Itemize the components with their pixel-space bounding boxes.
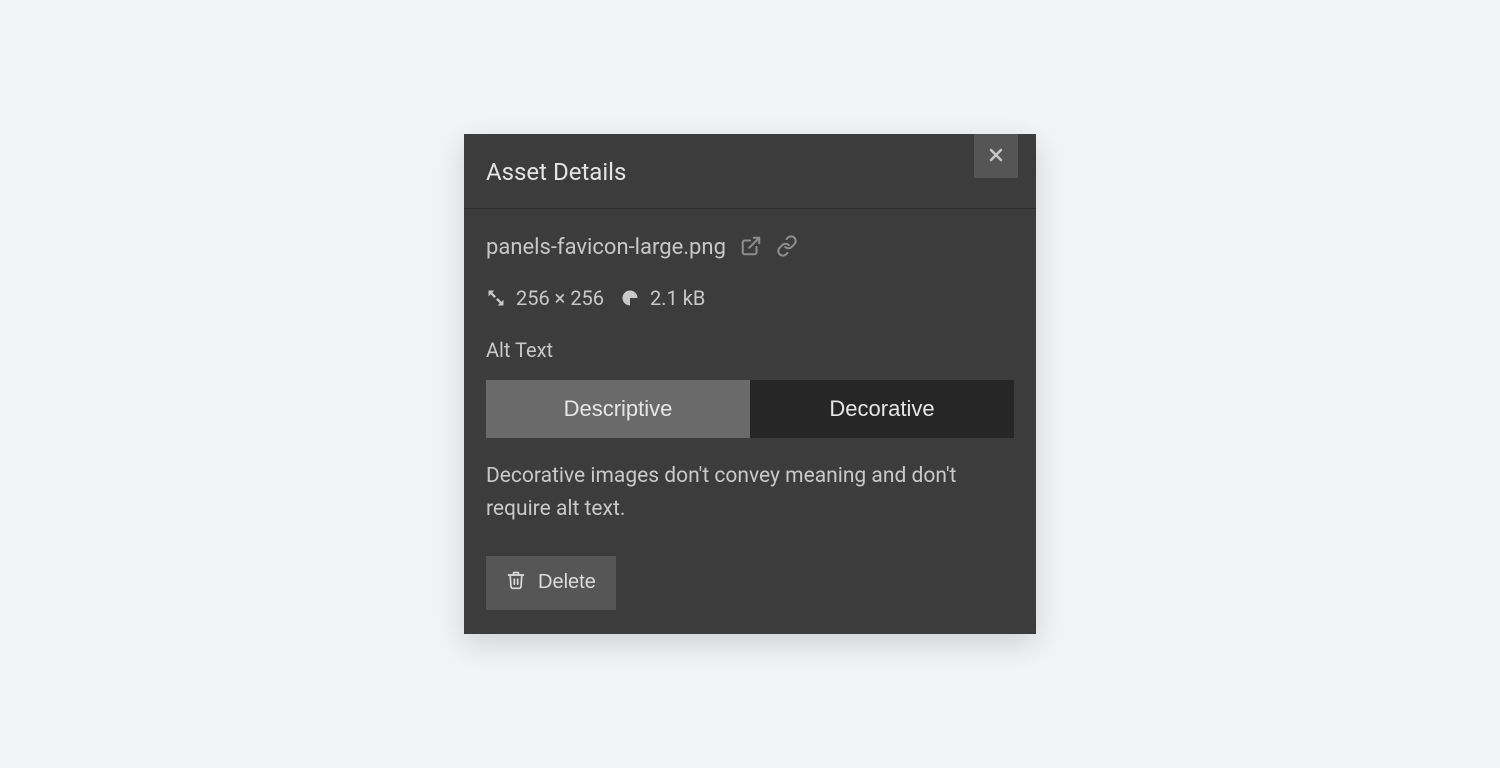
- file-name-row: panels-favicon-large.png: [486, 235, 1014, 260]
- dimensions-icon: [486, 288, 506, 308]
- alt-text-label: Alt Text: [486, 338, 1014, 362]
- delete-button[interactable]: Delete: [486, 556, 616, 610]
- file-size: 2.1 kB: [650, 286, 705, 310]
- alt-text-option-decorative[interactable]: Decorative: [750, 380, 1014, 438]
- asset-details-panel: Asset Details panels-favicon-large.png: [464, 134, 1036, 633]
- panel-header: Asset Details: [464, 134, 1036, 209]
- alt-text-help: Decorative images don't convey meaning a…: [486, 460, 1014, 525]
- disk-icon: [620, 288, 640, 308]
- file-meta-row: 256 × 256 2.1 kB: [486, 286, 1014, 310]
- delete-button-label: Delete: [538, 571, 596, 594]
- trash-icon: [506, 570, 526, 596]
- file-dimensions: 256 × 256: [516, 286, 604, 310]
- copy-link-button[interactable]: [776, 235, 798, 260]
- alt-text-option-descriptive[interactable]: Descriptive: [486, 380, 750, 438]
- close-button[interactable]: [974, 134, 1018, 178]
- external-link-icon: [740, 235, 762, 260]
- panel-title: Asset Details: [486, 158, 626, 186]
- panel-body: panels-favicon-large.png: [464, 209, 1036, 633]
- link-icon: [776, 235, 798, 260]
- open-external-button[interactable]: [740, 235, 762, 260]
- file-name: panels-favicon-large.png: [486, 235, 726, 260]
- close-icon: [988, 147, 1004, 166]
- alt-text-segmented: Descriptive Decorative: [486, 380, 1014, 438]
